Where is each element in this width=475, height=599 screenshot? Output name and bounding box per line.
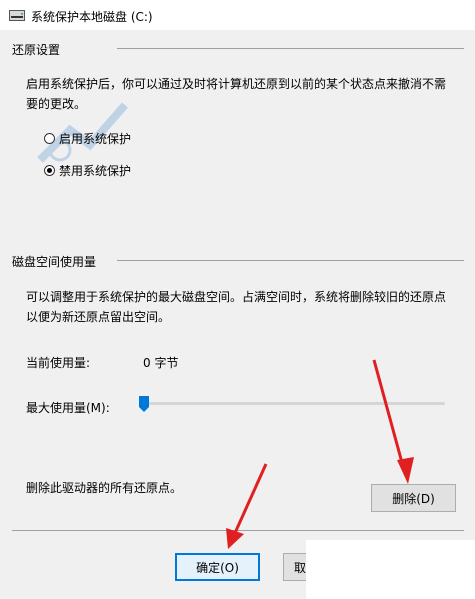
delete-button[interactable]: 删除(D) (371, 484, 456, 512)
restore-settings-header: 还原设置 (12, 43, 61, 57)
radio-enable-protection[interactable]: 启用系统保护 (44, 130, 131, 147)
current-usage-label: 当前使用量: (26, 356, 91, 370)
window-title: 系统保护本地磁盘 (C:) (31, 10, 153, 24)
radio-disable-circle[interactable] (44, 165, 55, 176)
radio-enable-label: 启用系统保护 (59, 132, 132, 146)
disk-usage-header: 磁盘空间使用量 (12, 255, 97, 269)
max-usage-slider-track[interactable] (143, 402, 445, 405)
max-usage-slider-thumb[interactable] (139, 396, 149, 412)
disk-usage-line (117, 260, 464, 261)
cropped-region (306, 540, 475, 599)
max-usage-label: 最大使用量(M): (26, 401, 110, 415)
restore-settings-line (117, 48, 464, 49)
radio-disable-label: 禁用系统保护 (59, 164, 132, 178)
delete-restore-points-text: 删除此驱动器的所有还原点。 (26, 481, 183, 495)
disk-usage-description: 可以调整用于系统保护的最大磁盘空间。占满空间时，系统将删除较旧的还原点以便为新还… (26, 290, 447, 324)
ok-button[interactable]: 确定(O) (175, 553, 260, 581)
radio-enable-circle[interactable] (44, 133, 55, 144)
footer-divider (12, 530, 464, 531)
drive-icon (9, 10, 25, 21)
title-bar: 系统保护本地磁盘 (C:) (0, 0, 475, 30)
current-usage-value: 0 字节 (143, 356, 179, 370)
radio-disable-protection[interactable]: 禁用系统保护 (44, 162, 131, 179)
restore-settings-description: 启用系统保护后，你可以通过及时将计算机还原到以前的某个状态点来撤消不需要的更改。 (26, 77, 447, 111)
